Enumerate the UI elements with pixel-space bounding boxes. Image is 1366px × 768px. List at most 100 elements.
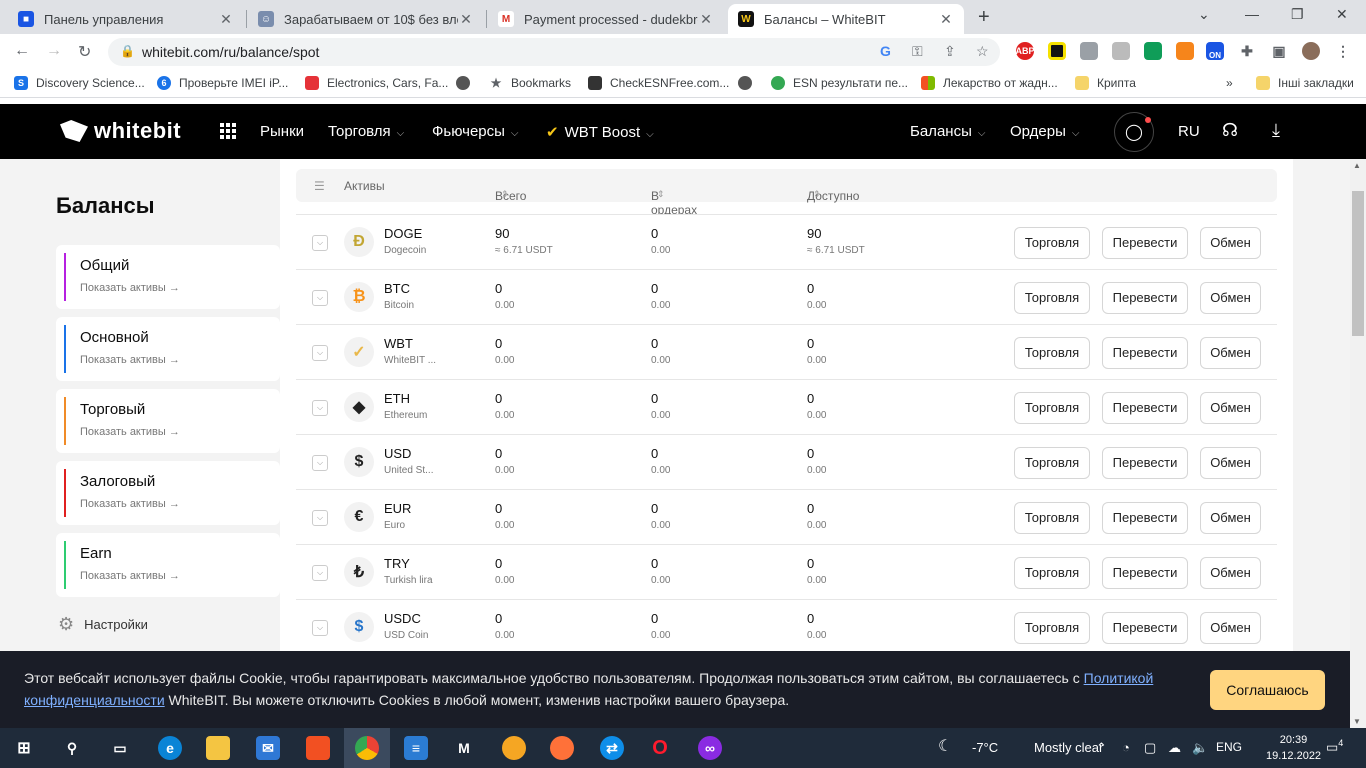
weather-description[interactable]: Mostly clear bbox=[1034, 740, 1103, 755]
clock[interactable]: 20:39 19.12.2022 bbox=[1266, 732, 1321, 764]
opera-icon[interactable]: O bbox=[648, 736, 672, 760]
menu-icon[interactable]: ⋮ bbox=[1334, 42, 1352, 60]
nav-wbt-boost[interactable]: ✔ WBT Boost ⌵ bbox=[546, 123, 654, 141]
expand-row-icon[interactable]: ⌵ bbox=[312, 400, 328, 416]
transfer-button[interactable]: Перевести bbox=[1102, 447, 1188, 479]
trade-button[interactable]: Торговля bbox=[1014, 447, 1090, 479]
address-bar[interactable]: 🔒 whitebit.com/ru/balance/spot G ⚿ ⇪ ☆ bbox=[108, 38, 1000, 66]
expand-row-icon[interactable]: ⌵ bbox=[312, 510, 328, 526]
user-account-icon[interactable]: ◯ bbox=[1114, 112, 1154, 152]
sidebar-panel-icon[interactable]: ▣ bbox=[1270, 42, 1288, 60]
vpn-icon[interactable]: ON bbox=[1206, 42, 1224, 60]
show-assets-link[interactable]: Показать активы → bbox=[80, 354, 180, 366]
firefox-icon[interactable] bbox=[550, 736, 574, 760]
exchange-button[interactable]: Обмен bbox=[1200, 612, 1261, 644]
exchange-button[interactable]: Обмен bbox=[1200, 227, 1261, 259]
bookmark-item[interactable]: ESN результати пе... bbox=[771, 76, 908, 90]
expand-row-icon[interactable]: ⌵ bbox=[312, 235, 328, 251]
scrollbar[interactable]: ▲ ▼ bbox=[1350, 159, 1366, 728]
apps-grid-icon[interactable] bbox=[220, 123, 236, 139]
mail-icon[interactable]: ✉ bbox=[256, 736, 280, 760]
other-bookmarks[interactable]: Інші закладки bbox=[1256, 76, 1354, 90]
notifications-icon[interactable]: ▭4 bbox=[1326, 738, 1343, 755]
key-icon[interactable]: ⚿ bbox=[912, 43, 923, 60]
transfer-button[interactable]: Перевести bbox=[1102, 282, 1188, 314]
task-view-icon[interactable]: ▭ bbox=[108, 736, 132, 760]
extension-black-icon[interactable] bbox=[1048, 42, 1066, 60]
close-icon[interactable]: ✕ bbox=[938, 11, 954, 28]
expand-row-icon[interactable]: ⌵ bbox=[312, 565, 328, 581]
transfer-button[interactable]: Перевести bbox=[1102, 502, 1188, 534]
expand-row-icon[interactable]: ⌵ bbox=[312, 290, 328, 306]
language-indicator[interactable]: ENG bbox=[1216, 740, 1242, 754]
bookmark-item[interactable]: ★ Bookmarks bbox=[489, 76, 571, 90]
infinity-app-icon[interactable]: ∞ bbox=[698, 736, 722, 760]
sidebar-item-earn[interactable]: Earn Показать активы → bbox=[56, 533, 280, 597]
trade-button[interactable]: Торговля bbox=[1014, 502, 1090, 534]
volume-icon[interactable]: 🔈 bbox=[1192, 740, 1208, 756]
window-close-icon[interactable]: ✕ bbox=[1336, 6, 1348, 23]
close-icon[interactable]: ✕ bbox=[698, 11, 714, 28]
minimize-icon[interactable]: — bbox=[1245, 6, 1259, 22]
expand-row-icon[interactable]: ⌵ bbox=[312, 345, 328, 361]
forward-icon[interactable]: → bbox=[46, 42, 62, 60]
tray-overflow-icon[interactable]: ⌃ bbox=[1096, 740, 1107, 756]
exchange-button[interactable]: Обмен bbox=[1200, 282, 1261, 314]
windows-start-icon[interactable]: ⊞ bbox=[12, 736, 36, 760]
sidebar-item-collateral[interactable]: Залоговый Показать активы → bbox=[56, 461, 280, 525]
new-tab-button[interactable]: + bbox=[978, 6, 990, 29]
device-icon[interactable]: ▢ bbox=[1144, 740, 1156, 756]
shield-app-icon[interactable] bbox=[502, 736, 526, 760]
weather-temperature[interactable]: -7°C bbox=[972, 740, 998, 755]
whitebit-logo[interactable]: whitebit bbox=[60, 118, 181, 144]
teamviewer-icon[interactable]: ⇄ bbox=[600, 736, 624, 760]
trade-button[interactable]: Торговля bbox=[1014, 557, 1090, 589]
trade-button[interactable]: Торговля bbox=[1014, 392, 1090, 424]
bookmark-item[interactable]: 6 Проверьте IMEI iP... bbox=[157, 76, 288, 90]
scroll-up-icon[interactable]: ▲ bbox=[1353, 161, 1361, 170]
transfer-button[interactable]: Перевести bbox=[1102, 227, 1188, 259]
support-headset-icon[interactable]: ☊ bbox=[1222, 120, 1238, 141]
store-icon[interactable] bbox=[306, 736, 330, 760]
trade-button[interactable]: Торговля bbox=[1014, 227, 1090, 259]
word-icon[interactable]: ≡ bbox=[404, 736, 428, 760]
bookmarks-overflow-icon[interactable]: » bbox=[1226, 76, 1233, 90]
settings-link[interactable]: ⚙ Настройки bbox=[58, 614, 148, 635]
url-text[interactable]: whitebit.com/ru/balance/spot bbox=[142, 44, 319, 60]
shield-icon[interactable] bbox=[1112, 42, 1130, 60]
scrollbar-thumb[interactable] bbox=[1352, 191, 1364, 336]
sidebar-item-main[interactable]: Основной Показать активы → bbox=[56, 317, 280, 381]
transfer-button[interactable]: Перевести bbox=[1102, 557, 1188, 589]
nav-orders[interactable]: Ордеры ⌵ bbox=[1010, 123, 1079, 140]
download-icon[interactable]: ⤓ bbox=[1272, 120, 1280, 141]
chrome-icon[interactable] bbox=[344, 728, 390, 768]
tab-search-icon[interactable]: ⌄ bbox=[1198, 6, 1210, 23]
bookmark-item[interactable]: CheckESNFree.com... bbox=[588, 76, 729, 90]
sidebar-item-general[interactable]: Общий Показать активы → bbox=[56, 245, 280, 309]
tab-earn[interactable]: ☺ Зарабатываем от 10$ без влож ✕ bbox=[248, 4, 484, 34]
trade-button[interactable]: Торговля bbox=[1014, 282, 1090, 314]
share-icon[interactable]: ⇪ bbox=[944, 43, 956, 60]
transfer-button[interactable]: Перевести bbox=[1102, 392, 1188, 424]
drive-icon[interactable] bbox=[1144, 42, 1162, 60]
language-selector[interactable]: RU bbox=[1178, 123, 1200, 140]
tab-whitebit[interactable]: W Балансы – WhiteBIT ✕ bbox=[728, 4, 964, 34]
exchange-button[interactable]: Обмен bbox=[1200, 557, 1261, 589]
scroll-down-icon[interactable]: ▼ bbox=[1353, 717, 1361, 726]
nav-trading[interactable]: Торговля ⌵ bbox=[328, 123, 404, 140]
search-icon[interactable]: ⚲ bbox=[60, 736, 84, 760]
maximize-icon[interactable]: ❐ bbox=[1291, 6, 1304, 23]
accept-cookies-button[interactable]: Соглашаюсь bbox=[1210, 670, 1325, 710]
exchange-button[interactable]: Обмен bbox=[1200, 447, 1261, 479]
trade-button[interactable]: Торговля bbox=[1014, 612, 1090, 644]
tab-gmail[interactable]: M Payment processed - dudekbrovk ✕ bbox=[488, 4, 724, 34]
edge-icon[interactable]: e bbox=[158, 736, 182, 760]
extension-photo-icon[interactable] bbox=[1080, 42, 1098, 60]
profile-avatar[interactable] bbox=[1302, 42, 1320, 60]
show-assets-link[interactable]: Показать активы → bbox=[80, 498, 180, 510]
adblock-icon[interactable]: ABP bbox=[1016, 42, 1035, 60]
bookmark-item[interactable]: Лекарство от жадн... bbox=[921, 76, 1058, 90]
close-icon[interactable]: ✕ bbox=[218, 11, 234, 28]
nav-markets[interactable]: Рынки bbox=[260, 123, 304, 140]
bookmark-folder[interactable]: Крипта bbox=[1075, 76, 1136, 90]
